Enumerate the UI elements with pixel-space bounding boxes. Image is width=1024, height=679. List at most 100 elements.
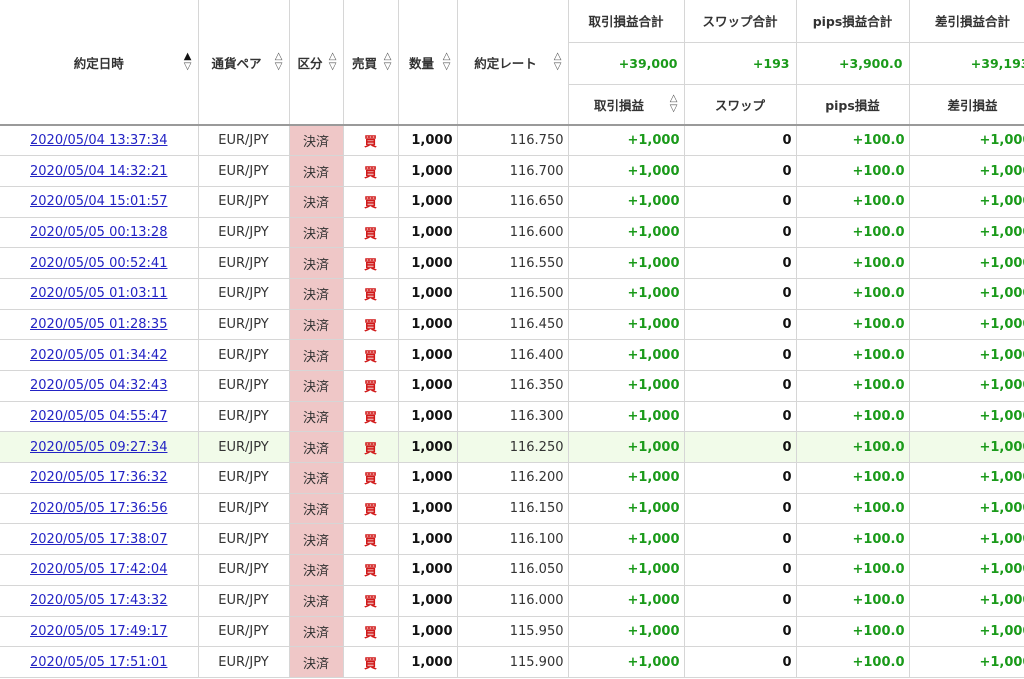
sort-desc-icon[interactable]: ▽ bbox=[554, 62, 562, 72]
sort-pair[interactable]: △ ▽ bbox=[275, 52, 283, 72]
trade-datetime-link[interactable]: 2020/05/04 14:32:21 bbox=[30, 164, 167, 179]
datetime-cell[interactable]: 2020/05/05 00:52:41 bbox=[0, 247, 199, 279]
table-row[interactable]: 2020/05/05 17:43:32 EUR/JPY 決済買 1,000 116.00… bbox=[0, 585, 1024, 617]
sort-kubun[interactable]: △ ▽ bbox=[329, 52, 337, 72]
table-row[interactable]: 2020/05/05 17:38:07 EUR/JPY 決済買 1,000 116.10… bbox=[0, 523, 1024, 556]
header-rate[interactable]: 約定レート △ ▽ bbox=[457, 0, 569, 126]
datetime-cell[interactable]: 2020/05/05 17:49:17 bbox=[0, 616, 199, 648]
net-cell: +1,000 bbox=[909, 247, 1024, 279]
datetime-cell[interactable]: 2020/05/04 14:32:21 bbox=[0, 155, 199, 187]
trade-datetime-link[interactable]: 2020/05/05 17:36:56 bbox=[30, 501, 167, 516]
datetime-cell[interactable]: 2020/05/05 17:38:07 bbox=[0, 523, 199, 556]
table-row[interactable]: 2020/05/04 14:32:21 EUR/JPY 決済買 1,000 116.70… bbox=[0, 155, 1024, 187]
pl-cell: +1,000 bbox=[568, 186, 685, 218]
table-row[interactable]: 2020/05/05 01:28:35 EUR/JPY 決済買 1,000 116.45… bbox=[0, 309, 1024, 341]
trade-datetime-link[interactable]: 2020/05/05 17:43:32 bbox=[30, 593, 167, 608]
datetime-cell[interactable]: 2020/05/05 01:03:11 bbox=[0, 278, 199, 310]
table-row[interactable]: 2020/05/05 17:51:01 EUR/JPY 決済買 1,000 115.90… bbox=[0, 646, 1024, 678]
sort-datetime[interactable]: ▲ ▽ bbox=[184, 52, 192, 72]
side-cell: 買 bbox=[343, 401, 399, 433]
pips-cell: +100.0 bbox=[796, 554, 910, 586]
datetime-cell[interactable]: 2020/05/05 17:51:01 bbox=[0, 646, 199, 678]
pl-cell: +1,000 bbox=[568, 554, 685, 586]
trade-datetime-link[interactable]: 2020/05/04 15:01:57 bbox=[30, 194, 167, 209]
qty-cell: 1,000 bbox=[398, 646, 458, 678]
table-row[interactable]: 2020/05/04 15:01:57 EUR/JPY 決済買 1,000 116.65… bbox=[0, 186, 1024, 218]
sort-qty[interactable]: △ ▽ bbox=[443, 52, 451, 72]
datetime-cell[interactable]: 2020/05/05 04:55:47 bbox=[0, 401, 199, 433]
swap-cell: 0 bbox=[684, 585, 797, 617]
qty-cell: 1,000 bbox=[398, 125, 458, 157]
sort-rate[interactable]: △ ▽ bbox=[554, 52, 562, 72]
datetime-cell[interactable]: 2020/05/05 17:43:32 bbox=[0, 585, 199, 617]
table-row[interactable]: 2020/05/04 13:37:34 EUR/JPY 決済買 1,000 116.75… bbox=[0, 125, 1024, 157]
trade-datetime-link[interactable]: 2020/05/05 01:34:42 bbox=[30, 348, 167, 363]
table-row[interactable]: 2020/05/05 00:52:41 EUR/JPY 決済買 1,000 116.55… bbox=[0, 247, 1024, 279]
datetime-cell[interactable]: 2020/05/05 00:13:28 bbox=[0, 217, 199, 249]
datetime-cell[interactable]: 2020/05/05 17:36:56 bbox=[0, 493, 199, 525]
trade-datetime-link[interactable]: 2020/05/05 17:38:07 bbox=[30, 532, 167, 547]
trade-datetime-link[interactable]: 2020/05/05 00:13:28 bbox=[30, 225, 167, 240]
kubun-cell: 決済 bbox=[289, 646, 344, 678]
rate-cell: 116.650 bbox=[457, 186, 569, 218]
datetime-cell[interactable]: 2020/05/04 15:01:57 bbox=[0, 186, 199, 218]
datetime-cell[interactable]: 2020/05/05 09:27:34 bbox=[0, 431, 199, 464]
table-row[interactable]: 2020/05/05 00:13:28 EUR/JPY 決済買 1,000 116.60… bbox=[0, 217, 1024, 249]
table-row[interactable]: 2020/05/05 17:36:32 EUR/JPY 決済買 1,000 116.20… bbox=[0, 462, 1024, 494]
kubun-cell: 決済 bbox=[289, 217, 344, 249]
sort-desc-icon[interactable]: ▽ bbox=[384, 62, 392, 72]
datetime-cell[interactable]: 2020/05/04 13:37:34 bbox=[0, 125, 199, 157]
header-side[interactable]: 売買 △ ▽ bbox=[343, 0, 399, 126]
sort-desc-icon[interactable]: ▽ bbox=[275, 62, 283, 72]
datetime-cell[interactable]: 2020/05/05 17:36:32 bbox=[0, 462, 199, 494]
trade-datetime-link[interactable]: 2020/05/05 17:51:01 bbox=[30, 655, 167, 670]
table-row[interactable]: 2020/05/05 17:36:56 EUR/JPY 決済買 1,000 116.15… bbox=[0, 493, 1024, 525]
swap-cell: 0 bbox=[684, 493, 797, 525]
table-row[interactable]: 2020/05/05 01:34:42 EUR/JPY 決済買 1,000 116.40… bbox=[0, 339, 1024, 371]
trade-datetime-link[interactable]: 2020/05/05 00:52:41 bbox=[30, 256, 167, 271]
trade-datetime-link[interactable]: 2020/05/05 01:28:35 bbox=[30, 317, 167, 332]
header-pl[interactable]: 取引損益 △ ▽ bbox=[568, 84, 685, 126]
trade-datetime-link[interactable]: 2020/05/05 09:27:34 bbox=[30, 440, 167, 455]
header-kubun[interactable]: 区分 △ ▽ bbox=[289, 0, 344, 126]
trade-datetime-link[interactable]: 2020/05/05 01:03:11 bbox=[30, 286, 167, 301]
sort-pl[interactable]: △ ▽ bbox=[670, 94, 678, 114]
sort-desc-icon[interactable]: ▽ bbox=[670, 104, 678, 114]
pair-cell: EUR/JPY bbox=[198, 431, 290, 464]
trade-datetime-link[interactable]: 2020/05/04 13:37:34 bbox=[30, 133, 167, 148]
datetime-cell[interactable]: 2020/05/05 17:42:04 bbox=[0, 554, 199, 586]
trade-datetime-link[interactable]: 2020/05/05 04:32:43 bbox=[30, 378, 167, 393]
table-row[interactable]: 2020/05/05 04:55:47 EUR/JPY 決済買 1,000 116.30… bbox=[0, 401, 1024, 433]
kubun-cell: 決済 bbox=[289, 431, 344, 464]
rate-cell: 116.600 bbox=[457, 217, 569, 249]
rate-cell: 115.900 bbox=[457, 646, 569, 678]
pl-cell: +1,000 bbox=[568, 431, 685, 464]
datetime-cell[interactable]: 2020/05/05 01:28:35 bbox=[0, 309, 199, 341]
sort-desc-icon[interactable]: ▽ bbox=[329, 62, 337, 72]
table-row[interactable]: 2020/05/05 09:27:34 EUR/JPY 決済買 1,000 116.25… bbox=[0, 431, 1024, 464]
trade-datetime-link[interactable]: 2020/05/05 17:49:17 bbox=[30, 624, 167, 639]
datetime-cell[interactable]: 2020/05/05 04:32:43 bbox=[0, 370, 199, 402]
sort-side[interactable]: △ ▽ bbox=[384, 52, 392, 72]
trade-datetime-link[interactable]: 2020/05/05 17:36:32 bbox=[30, 470, 167, 485]
rate-cell: 116.350 bbox=[457, 370, 569, 402]
side-cell: 買 bbox=[343, 186, 399, 218]
table-row[interactable]: 2020/05/05 17:49:17 EUR/JPY 決済買 1,000 115.95… bbox=[0, 616, 1024, 648]
trade-datetime-link[interactable]: 2020/05/05 04:55:47 bbox=[30, 409, 167, 424]
table-row[interactable]: 2020/05/05 01:03:11 EUR/JPY 決済買 1,000 116.50… bbox=[0, 278, 1024, 310]
header-pair[interactable]: 通貨ペア △ ▽ bbox=[198, 0, 290, 126]
rate-cell: 116.750 bbox=[457, 125, 569, 157]
header-qty[interactable]: 数量 △ ▽ bbox=[398, 0, 458, 126]
header-datetime[interactable]: 約定日時 ▲ ▽ bbox=[0, 0, 199, 126]
swap-cell: 0 bbox=[684, 125, 797, 157]
trade-datetime-link[interactable]: 2020/05/05 17:42:04 bbox=[30, 562, 167, 577]
net-cell: +1,000 bbox=[909, 493, 1024, 525]
table-row[interactable]: 2020/05/05 17:42:04 EUR/JPY 決済買 1,000 116.05… bbox=[0, 554, 1024, 586]
datetime-cell[interactable]: 2020/05/05 01:34:42 bbox=[0, 339, 199, 371]
sort-desc-icon[interactable]: ▽ bbox=[184, 62, 192, 72]
sort-desc-icon[interactable]: ▽ bbox=[443, 62, 451, 72]
pips-cell: +100.0 bbox=[796, 523, 910, 556]
side-cell: 買 bbox=[343, 155, 399, 187]
kubun-cell: 決済 bbox=[289, 554, 344, 586]
table-row[interactable]: 2020/05/05 04:32:43 EUR/JPY 決済買 1,000 116.35… bbox=[0, 370, 1024, 402]
